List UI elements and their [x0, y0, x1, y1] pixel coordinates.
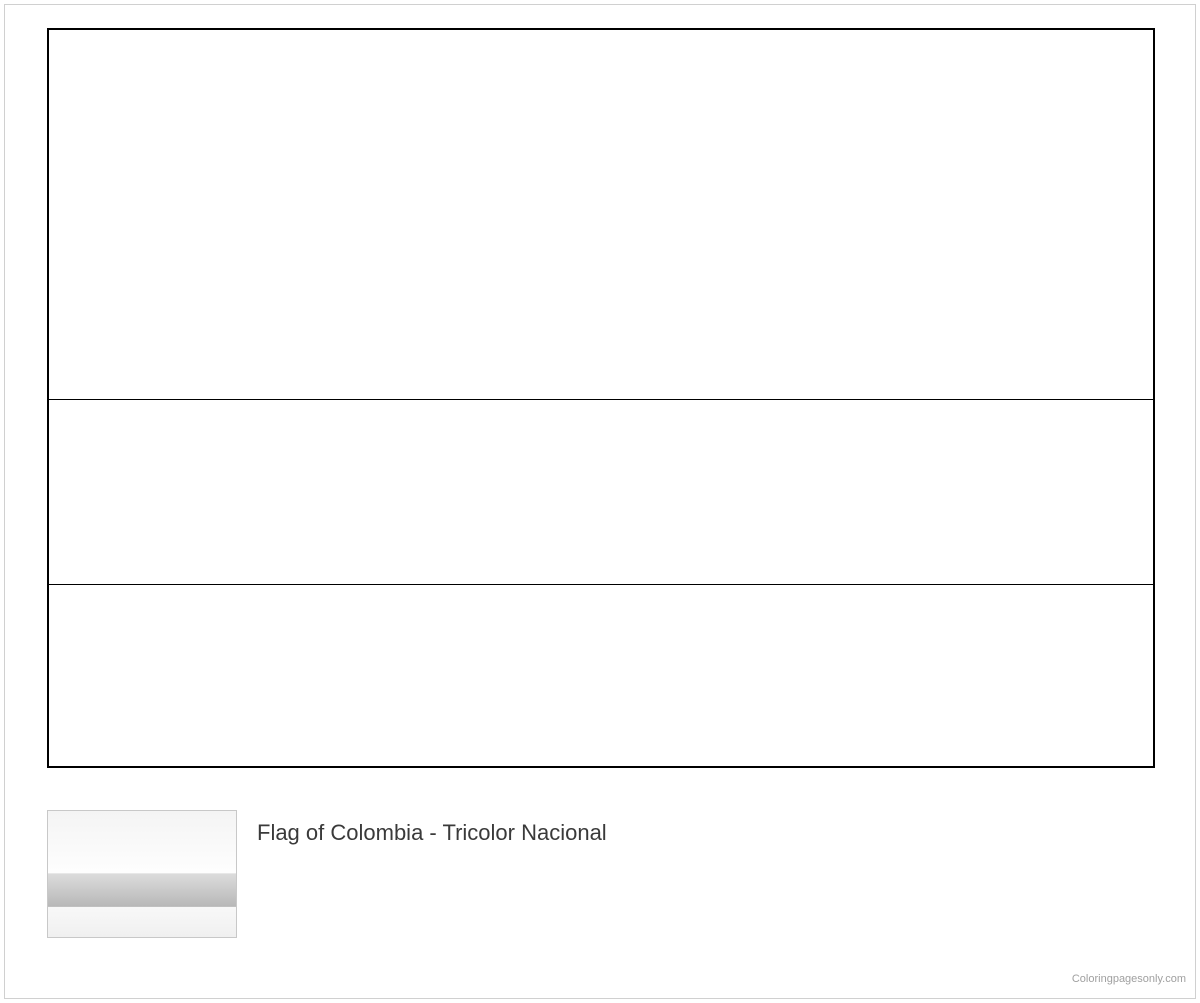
mini-flag-stripe-top [48, 811, 236, 874]
flag-stripe-bottom [49, 585, 1153, 766]
flag-caption: Flag of Colombia - Tricolor Nacional [257, 820, 607, 846]
mini-flag-stripe-bottom [48, 907, 236, 937]
flag-stripe-middle [49, 400, 1153, 585]
main-flag-outline [47, 28, 1155, 768]
mini-flag-thumbnail [47, 810, 237, 938]
watermark-text: Coloringpagesonly.com [1072, 973, 1186, 985]
mini-flag-stripe-middle [48, 874, 236, 907]
flag-stripe-top [49, 30, 1153, 400]
